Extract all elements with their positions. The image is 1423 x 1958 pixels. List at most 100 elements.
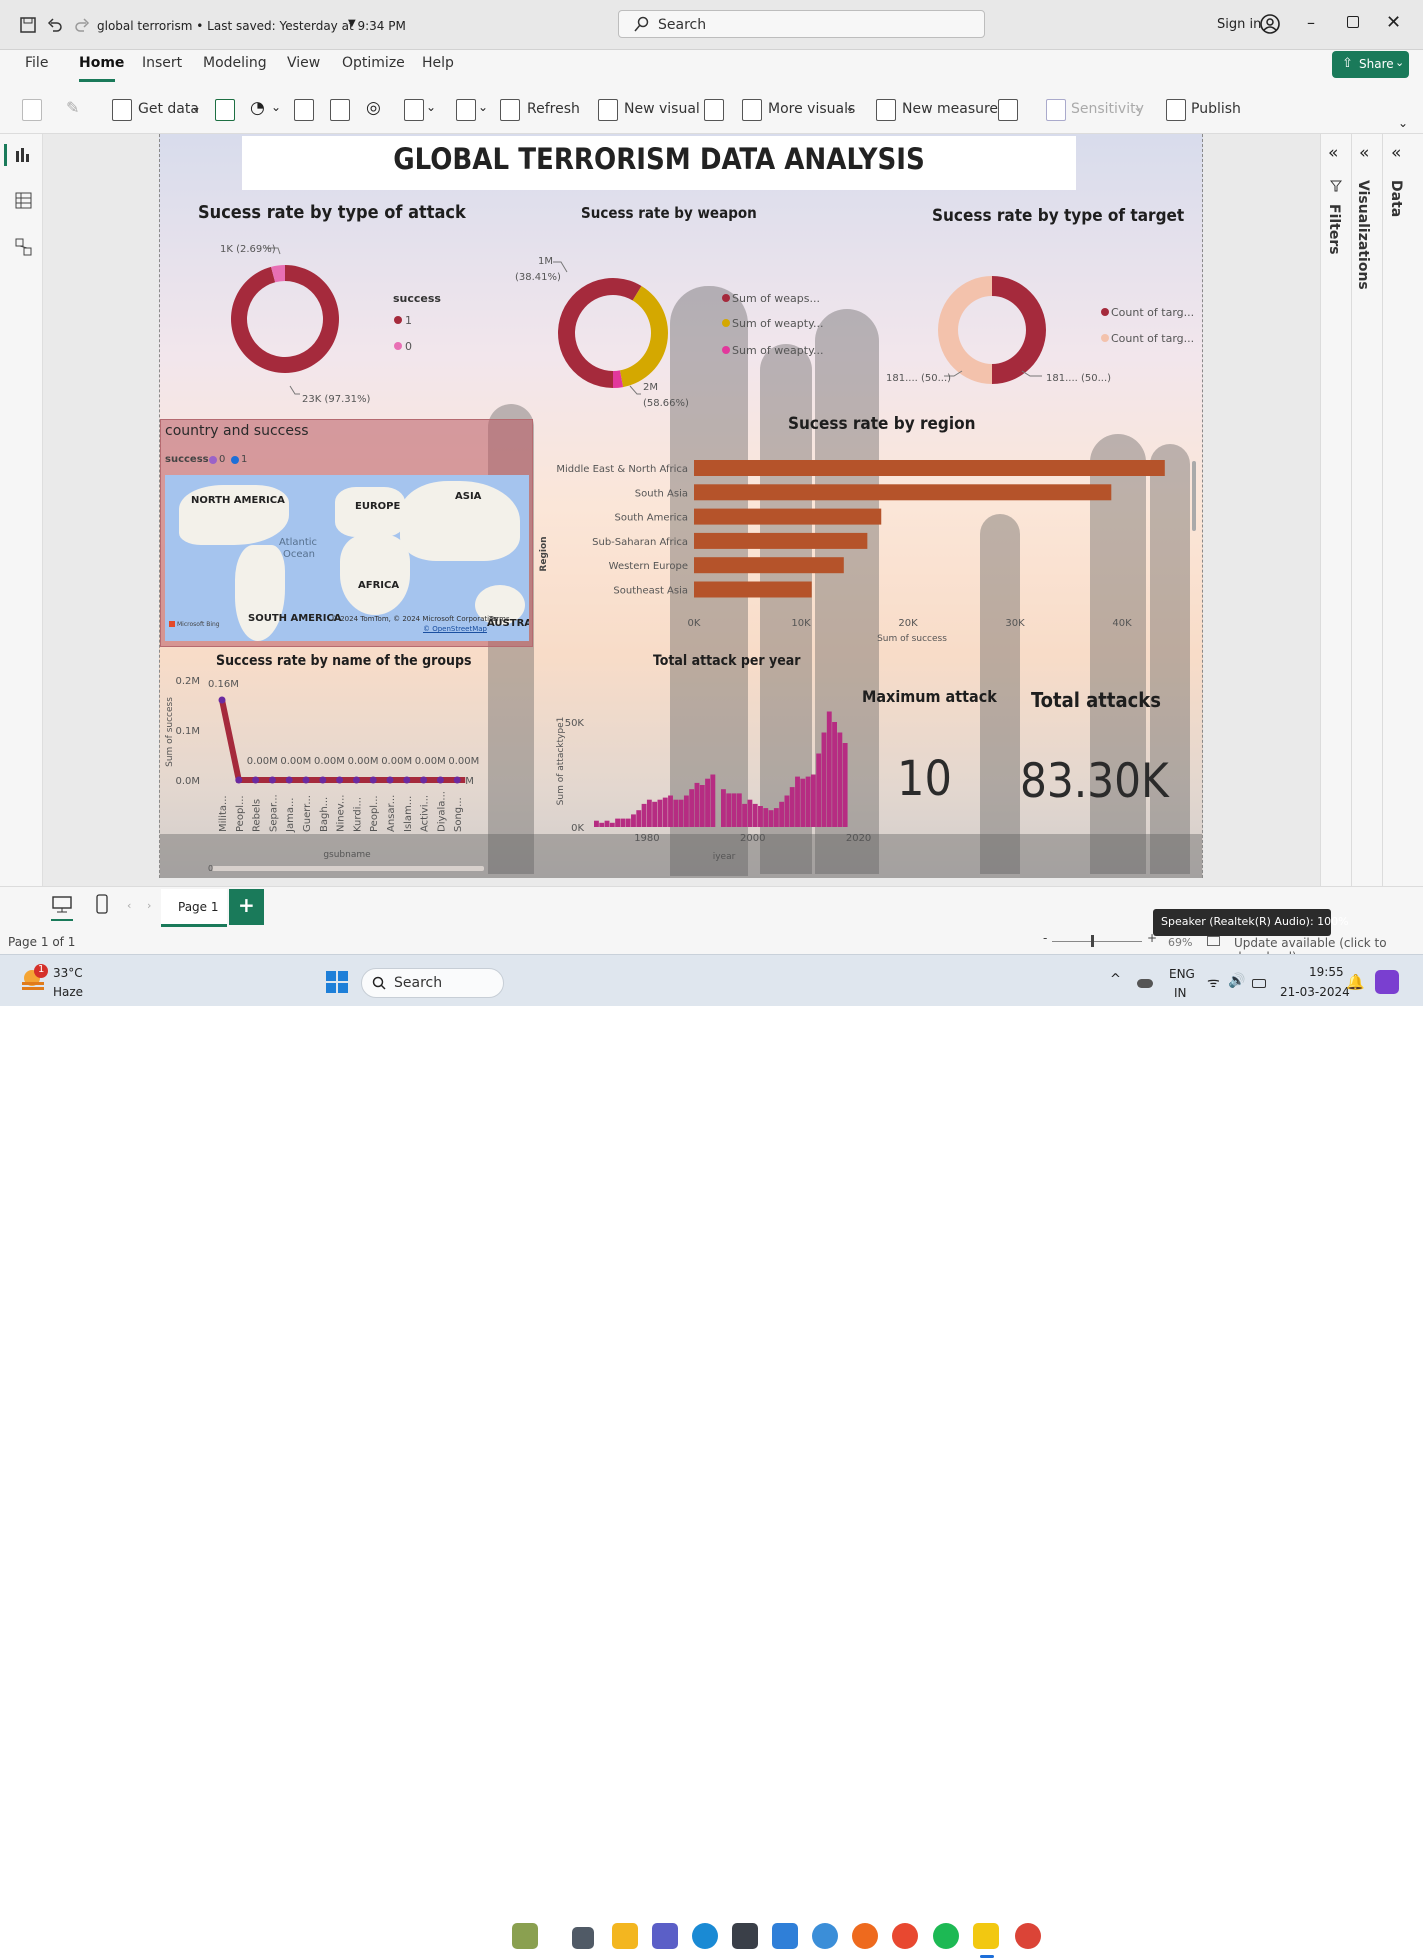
store-icon[interactable] (732, 1923, 758, 1949)
year-bar[interactable] (689, 789, 695, 827)
year-bar[interactable] (662, 797, 668, 827)
visualizations-pane-tab[interactable]: Visualizations (1355, 180, 1371, 290)
wifi-icon[interactable]: ᯤ (1207, 973, 1220, 992)
region-scrollbar[interactable] (1192, 461, 1196, 531)
groups-point[interactable] (352, 776, 360, 784)
model-view-icon[interactable] (15, 238, 33, 258)
region-bar[interactable] (694, 508, 882, 525)
more-visuals-button[interactable]: More visuals (768, 101, 855, 117)
redo-icon[interactable] (74, 17, 90, 33)
minimize-button[interactable]: – (1307, 13, 1315, 32)
expand-visualizations-icon[interactable]: « (1359, 143, 1369, 163)
year-bar[interactable] (678, 799, 684, 827)
region-bar[interactable] (694, 581, 812, 598)
year-bar[interactable] (758, 806, 763, 827)
powerbi-icon[interactable] (973, 1923, 999, 1949)
target-donut-chart[interactable]: 181.... (50...) 181.... (50...) Count of… (880, 244, 1203, 404)
year-bar[interactable] (736, 793, 742, 827)
excel-icon[interactable] (215, 99, 235, 121)
chevron-down-icon[interactable]: ⌄ (478, 100, 488, 114)
groups-point[interactable] (235, 776, 243, 784)
weapon-legend-3[interactable]: Sum of weapty... (732, 344, 824, 357)
groups-point[interactable] (453, 776, 461, 784)
transform-data-icon[interactable] (456, 99, 476, 121)
table-view-icon[interactable] (15, 192, 33, 210)
edge-icon[interactable] (692, 1923, 718, 1949)
page-tab-1[interactable]: Page 1 (161, 889, 227, 927)
publish-button[interactable]: Publish (1191, 101, 1241, 117)
region-bar[interactable] (694, 460, 1165, 476)
onelake-icon[interactable]: ◔ (250, 98, 265, 118)
menu-optimize[interactable]: Optimize (342, 55, 405, 71)
spotify-icon[interactable] (933, 1923, 959, 1949)
target-legend-1[interactable]: Count of targ... (1111, 306, 1194, 319)
share-button[interactable]: ⇧ Share ⌄ (1332, 51, 1409, 78)
weapon-slice-2[interactable] (619, 285, 668, 388)
year-bar[interactable] (779, 801, 785, 827)
taskbar-search[interactable]: Search (361, 968, 504, 998)
dataverse-icon[interactable]: ◎ (366, 98, 381, 118)
widgets-icon[interactable] (512, 1923, 538, 1949)
weapon-legend-1[interactable]: Sum of weaps... (732, 292, 820, 305)
sign-in-link[interactable]: Sign in (1217, 17, 1261, 32)
year-bar[interactable] (657, 799, 663, 827)
year-bar[interactable] (641, 803, 647, 827)
year-bar[interactable] (832, 722, 837, 827)
undo-icon[interactable] (47, 17, 63, 33)
desktop-layout-icon[interactable] (52, 896, 72, 914)
year-bar[interactable] (620, 818, 626, 827)
input-region[interactable]: IN (1174, 986, 1187, 1000)
text-box-icon[interactable] (704, 99, 724, 121)
year-bar[interactable] (816, 753, 822, 828)
menu-home[interactable]: Home (79, 55, 124, 71)
zoom-slider[interactable] (1052, 941, 1142, 942)
year-bar[interactable] (673, 799, 679, 827)
groups-point[interactable] (268, 776, 276, 784)
filters-pane-tab[interactable]: Filters (1326, 204, 1342, 255)
year-bar[interactable] (625, 818, 631, 827)
chevron-down-icon[interactable]: ⌄ (845, 100, 855, 114)
onedrive-icon[interactable] (1137, 979, 1153, 988)
add-page-button[interactable]: + (229, 889, 264, 925)
firefox-icon[interactable] (852, 1923, 878, 1949)
close-button[interactable]: ✕ (1386, 12, 1401, 33)
windows-start-icon[interactable] (326, 971, 348, 993)
clock-date[interactable]: 21-03-2024 (1280, 985, 1350, 999)
groups-line[interactable] (219, 699, 458, 783)
search-box[interactable]: Search (618, 10, 985, 38)
attack-slice-success[interactable] (231, 265, 339, 373)
year-bar[interactable] (631, 814, 636, 827)
year-bar[interactable] (842, 743, 848, 827)
year-bar[interactable] (784, 795, 790, 828)
weapon-donut-chart[interactable]: 1M (38.41%) 2M (58.66%) Sum of weaps... … (505, 244, 835, 414)
year-bar[interactable] (789, 787, 795, 827)
chevron-down-icon[interactable]: ⌄ (271, 100, 281, 114)
save-icon[interactable] (20, 17, 36, 33)
year-bar[interactable] (594, 820, 599, 827)
groups-line-chart[interactable]: 0.0M0.1M0.2M 0.16M0.00M 0.00M 0.00M 0.00M 0.0… (160, 674, 500, 874)
chevron-down-icon[interactable]: ⌄ (1133, 100, 1143, 114)
teams-icon[interactable] (652, 1923, 678, 1949)
year-bar[interactable] (837, 732, 843, 828)
year-bar[interactable] (795, 776, 800, 827)
ribbon-collapse-icon[interactable]: ⌄ (1398, 116, 1408, 130)
quick-measure-icon[interactable] (998, 99, 1018, 121)
map-visual[interactable]: country and success success 0 1 NORTH AM… (160, 419, 533, 647)
attack-legend-0[interactable]: 0 (405, 340, 412, 353)
groups-point[interactable] (403, 776, 411, 784)
groups-point[interactable] (386, 776, 394, 784)
menu-modeling[interactable]: Modeling (203, 55, 267, 71)
new-visual-button[interactable]: New visual (624, 101, 700, 117)
year-bar[interactable] (747, 799, 753, 827)
year-bar[interactable] (604, 820, 610, 827)
year-bar[interactable] (683, 795, 689, 828)
year-bar[interactable] (599, 822, 605, 827)
year-bar[interactable] (763, 808, 769, 827)
mobile-layout-icon[interactable] (96, 894, 108, 914)
task-view-icon[interactable] (572, 1927, 594, 1949)
year-bar[interactable] (773, 808, 779, 827)
chrome-icon[interactable] (1015, 1923, 1041, 1949)
copilot-icon[interactable] (1375, 970, 1399, 994)
year-bar[interactable] (752, 803, 758, 827)
year-bar[interactable] (826, 711, 832, 828)
